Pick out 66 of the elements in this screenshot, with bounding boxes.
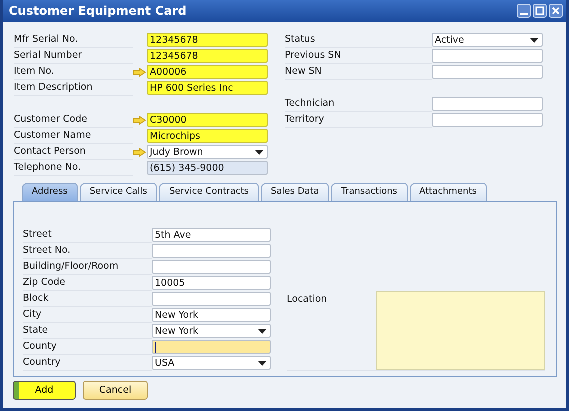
input-field[interactable] bbox=[152, 244, 271, 258]
input-field[interactable]: 10005 bbox=[152, 276, 271, 290]
dropdown-arrow-icon[interactable] bbox=[258, 329, 267, 334]
input-field[interactable]: 5th Ave bbox=[152, 228, 271, 242]
window-title: Customer Equipment Card bbox=[9, 4, 187, 18]
input-field[interactable]: 12345678 bbox=[147, 49, 268, 63]
text-cursor bbox=[155, 342, 156, 352]
button[interactable]: Add bbox=[13, 381, 76, 400]
field-label: Item Description bbox=[14, 80, 133, 96]
field-label: Mfr Serial No. bbox=[14, 32, 133, 48]
dropdown[interactable]: New York bbox=[152, 324, 271, 338]
input-field[interactable] bbox=[152, 260, 271, 274]
link-arrow-icon[interactable] bbox=[133, 148, 146, 156]
field-label: Serial Number bbox=[14, 48, 133, 64]
field-label: County bbox=[23, 340, 152, 354]
input-field[interactable] bbox=[432, 49, 543, 63]
input-field[interactable]: Microchips bbox=[147, 129, 268, 143]
field-label: City bbox=[23, 308, 152, 322]
input-field[interactable] bbox=[432, 113, 543, 127]
field-label: Previous SN bbox=[285, 48, 432, 64]
field-label: Customer Code bbox=[14, 112, 133, 128]
field-label: Street No. bbox=[23, 244, 152, 258]
tab[interactable]: Sales Data bbox=[261, 183, 330, 201]
link-arrow-icon[interactable] bbox=[133, 116, 146, 124]
field-label: Customer Name bbox=[14, 128, 133, 144]
tab[interactable]: Attachments bbox=[410, 183, 487, 201]
dropdown[interactable]: Active bbox=[432, 33, 543, 47]
input-field[interactable] bbox=[152, 292, 271, 306]
field-label: Zip Code bbox=[23, 276, 152, 290]
input-field[interactable] bbox=[152, 340, 271, 354]
field-label: Location bbox=[287, 293, 328, 307]
field-label: Country bbox=[23, 356, 152, 370]
input-field[interactable]: (615) 345-9000 bbox=[147, 161, 268, 175]
tab[interactable]: Transactions bbox=[331, 183, 408, 201]
field-label: State bbox=[23, 324, 152, 338]
field-label: Territory bbox=[285, 112, 432, 128]
dropdown[interactable]: USA bbox=[152, 356, 271, 370]
field-label: Status bbox=[285, 32, 432, 48]
field-label: Building/Floor/Room bbox=[23, 260, 152, 274]
field-label: Contact Person bbox=[14, 144, 133, 160]
field-label: Block bbox=[23, 292, 152, 306]
minimize-icon[interactable] bbox=[517, 4, 531, 18]
input-field[interactable]: HP 600 Series Inc bbox=[147, 81, 268, 95]
input-field[interactable]: C30000 bbox=[147, 113, 268, 127]
field-label: Technician bbox=[285, 96, 432, 112]
input-field[interactable]: A00006 bbox=[147, 65, 268, 79]
dropdown-arrow-icon[interactable] bbox=[258, 361, 267, 366]
tab[interactable]: Service Calls bbox=[80, 183, 158, 201]
input-field[interactable]: New York bbox=[152, 308, 271, 322]
field-label: Telephone No. bbox=[14, 160, 133, 176]
close-icon[interactable] bbox=[549, 4, 563, 18]
dropdown[interactable]: Judy Brown bbox=[147, 145, 268, 159]
field-label: Street bbox=[23, 228, 152, 242]
input-field[interactable] bbox=[432, 65, 543, 79]
maximize-icon[interactable] bbox=[533, 4, 547, 18]
input-field[interactable] bbox=[432, 97, 543, 111]
dropdown-arrow-icon[interactable] bbox=[255, 150, 264, 155]
field-label: New SN bbox=[285, 64, 432, 80]
link-arrow-icon[interactable] bbox=[133, 68, 146, 76]
tab[interactable]: Service Contracts bbox=[159, 183, 259, 201]
location-field[interactable] bbox=[376, 291, 545, 370]
tab[interactable]: Address bbox=[22, 183, 78, 201]
button[interactable]: Cancel bbox=[83, 381, 148, 400]
input-field[interactable]: 12345678 bbox=[147, 33, 268, 47]
field-label: Item No. bbox=[14, 64, 133, 80]
dropdown-arrow-icon[interactable] bbox=[530, 38, 539, 43]
